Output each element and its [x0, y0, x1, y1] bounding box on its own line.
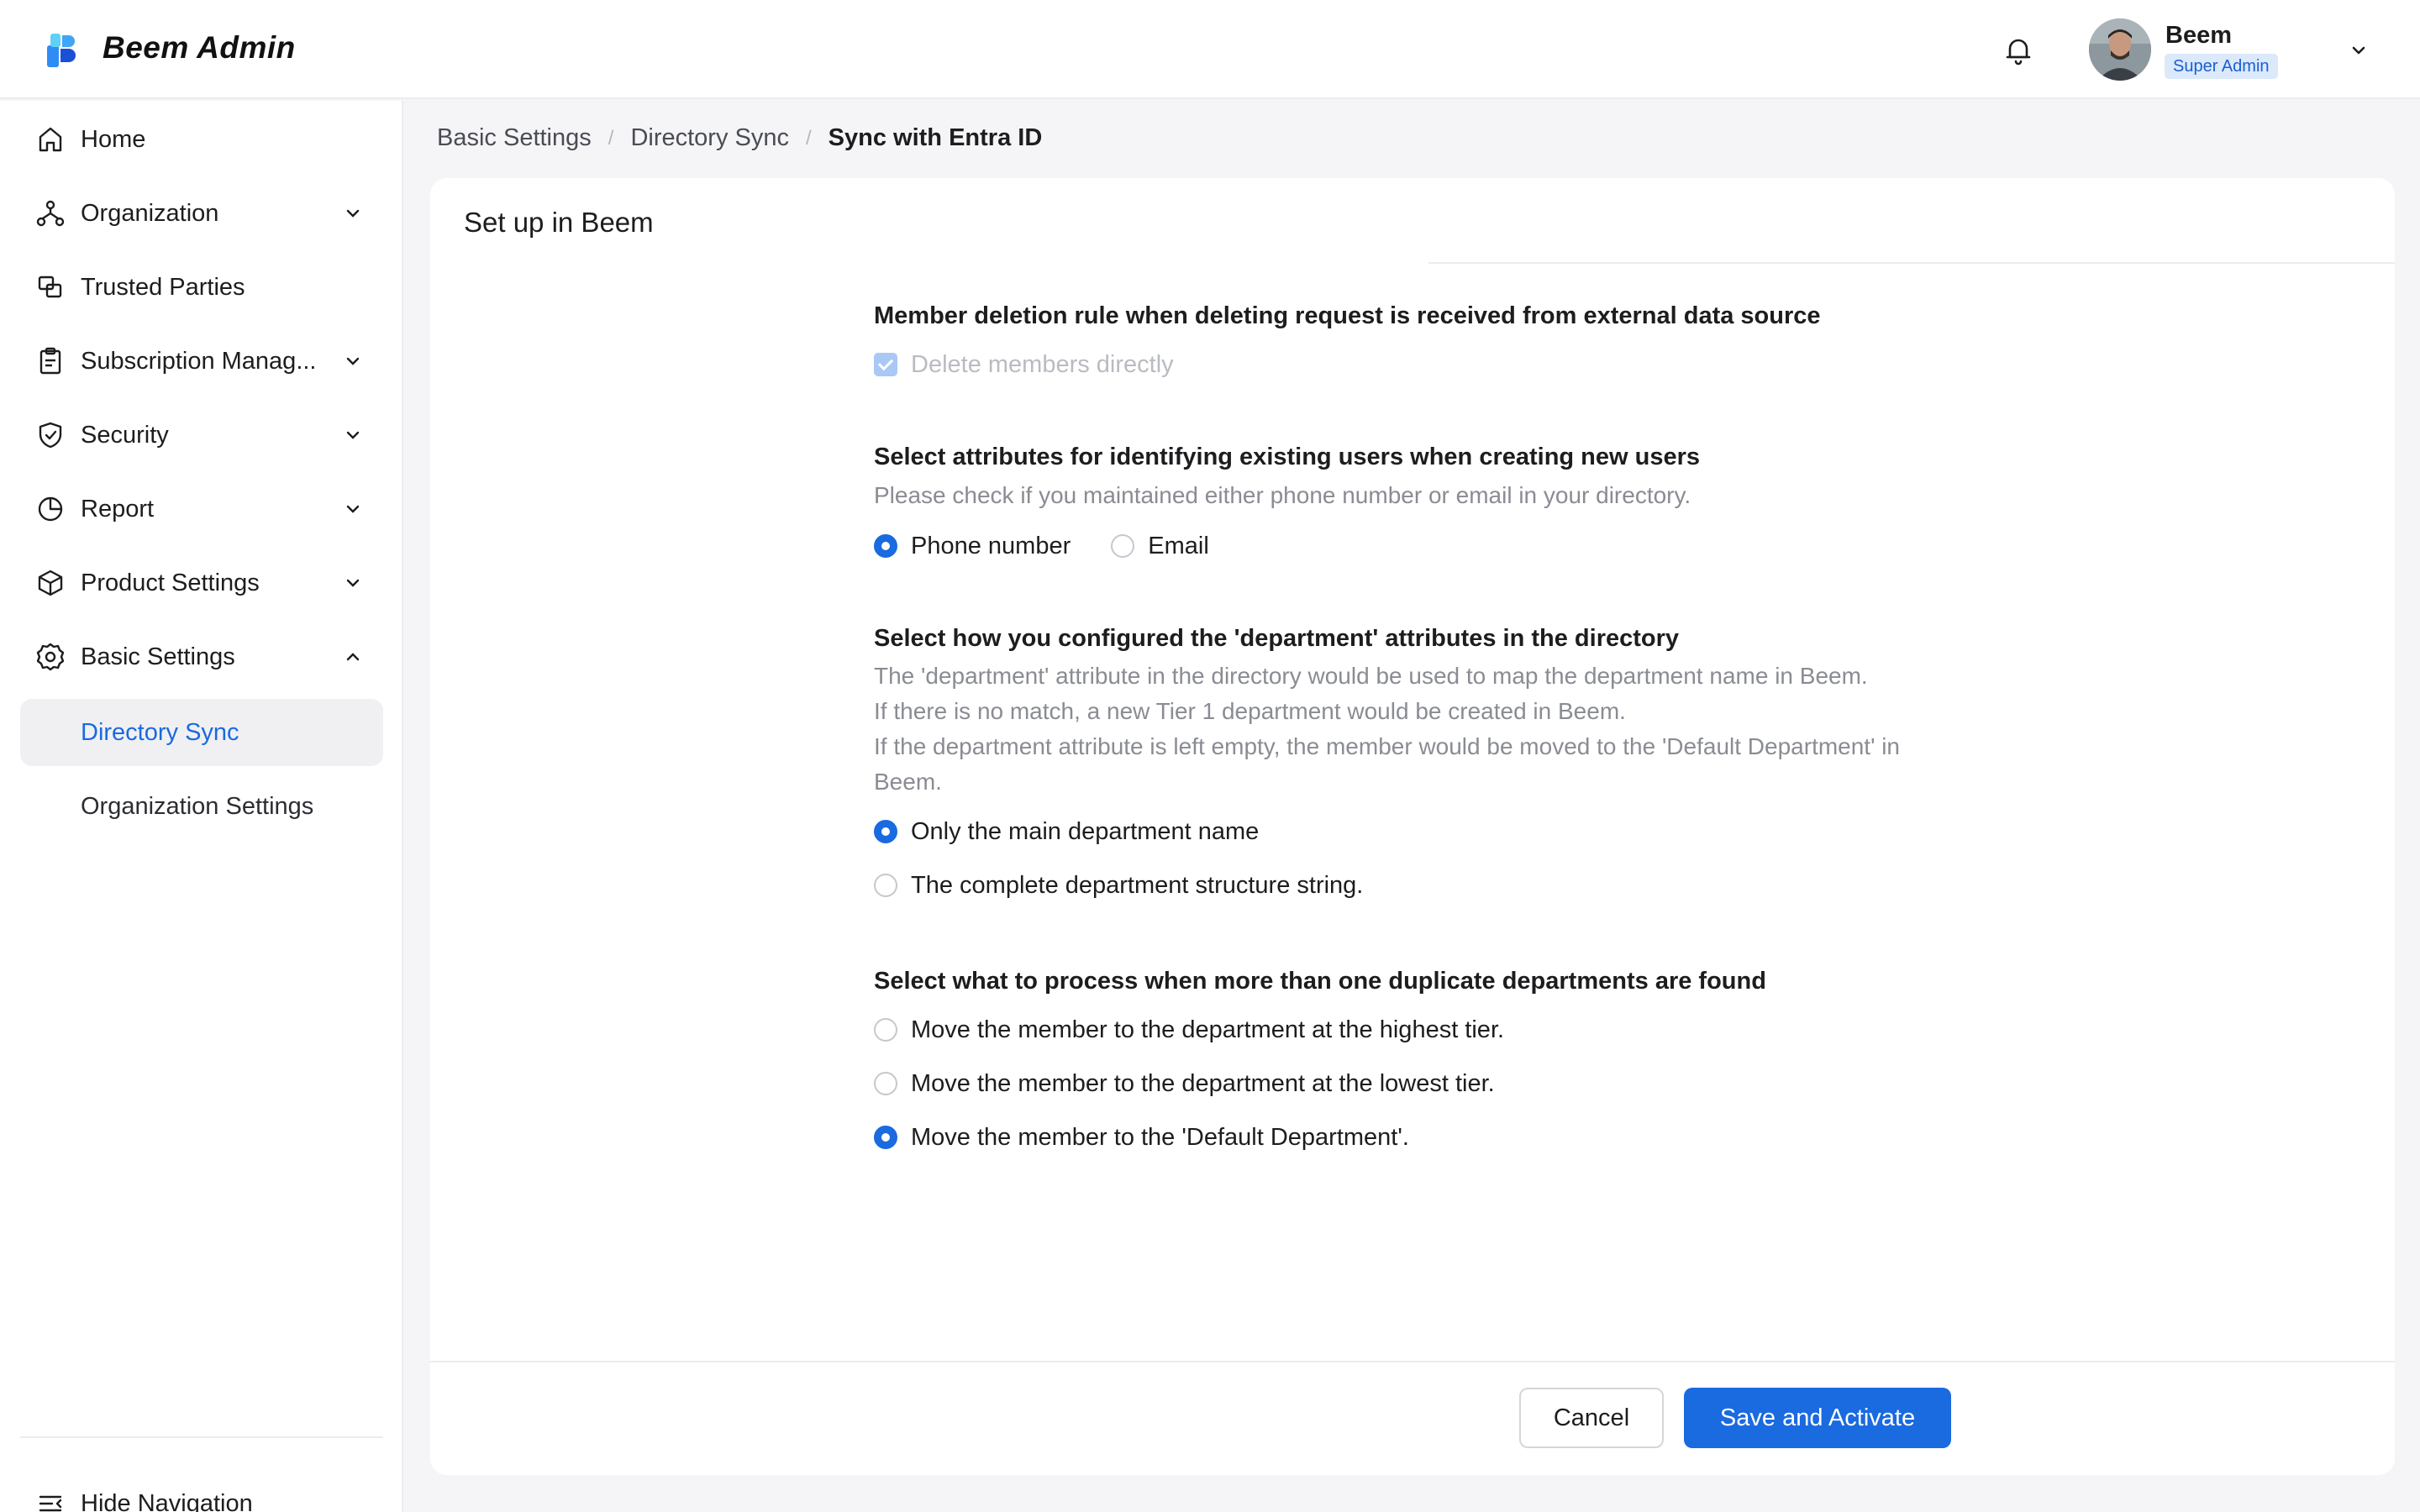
sidebar-item-basic-settings[interactable]: Basic Settings: [20, 623, 383, 690]
radio-default-department[interactable]: Move the member to the 'Default Departme…: [874, 1110, 2050, 1164]
option-label: Email: [1148, 532, 1209, 559]
sidebar-item-directory-sync[interactable]: Directory Sync: [20, 699, 383, 766]
chevron-down-icon: [346, 431, 360, 439]
option-label: Move the member to the department at the…: [911, 1016, 1505, 1043]
chevron-down-icon: [346, 505, 360, 513]
option-label: Delete members directly: [911, 350, 1174, 378]
option-label: Move the member to the 'Default Departme…: [911, 1123, 1409, 1151]
sidebar-divider: [20, 1436, 383, 1438]
sidebar-item-label: Basic Settings: [81, 643, 235, 670]
breadcrumb-item-basic-settings[interactable]: Basic Settings: [437, 124, 592, 152]
chevron-down-icon: [346, 579, 360, 587]
sidebar-item-organization[interactable]: Organization: [20, 180, 383, 247]
sidebar-item-subscription[interactable]: Subscription Manag...: [20, 328, 383, 395]
breadcrumb: Basic Settings / Directory Sync / Sync w…: [437, 124, 1042, 152]
breadcrumb-separator: /: [608, 126, 614, 150]
sidebar-item-security[interactable]: Security: [20, 402, 383, 469]
section-department-config: Select how you configured the 'departmen…: [874, 622, 2050, 912]
avatar-photo: [2089, 18, 2151, 81]
option-label: Phone number: [911, 532, 1071, 559]
section-title: Select how you configured the 'departmen…: [874, 625, 1680, 652]
sidebar-item-report[interactable]: Report: [20, 475, 383, 543]
radio-unchecked: [1111, 534, 1135, 558]
gear-icon: [36, 643, 65, 671]
sidebar-item-label: Organization: [81, 199, 219, 227]
user-role-badge: Super Admin: [2165, 54, 2278, 79]
home-icon: [39, 127, 62, 152]
sidebar-item-home[interactable]: Home: [20, 106, 383, 173]
chevron-down-icon: [346, 209, 360, 218]
sidebar-item-trusted-parties[interactable]: Trusted Parties: [20, 254, 383, 321]
radio-unchecked: [874, 1072, 897, 1095]
card-divider: [1428, 262, 2395, 264]
chevron-up-icon: [346, 653, 360, 661]
section-description: The 'department' attribute in the direct…: [874, 659, 1958, 800]
sidebar-item-product-settings[interactable]: Product Settings: [20, 549, 383, 617]
hide-navigation-label: Hide Navigation: [81, 1489, 253, 1512]
top-header: Beem Admin Beem Super Admin: [0, 0, 2420, 99]
section-duplicate-departments: Select what to process when more than on…: [874, 964, 2050, 1164]
radio-phone-number[interactable]: Phone number: [874, 519, 1071, 573]
section-identifying-attributes: Select attributes for identifying existi…: [874, 440, 2050, 573]
sidebar-subitem-label: Organization Settings: [81, 792, 314, 820]
breadcrumb-item-current: Sync with Entra ID: [828, 124, 1043, 151]
sidebar-subitem-label: Directory Sync: [81, 718, 239, 746]
chevron-down-icon[interactable]: [2348, 40, 2370, 60]
save-and-activate-button[interactable]: Save and Activate: [1684, 1388, 1951, 1448]
user-name: Beem: [2165, 22, 2232, 49]
description-line: If there is no match, a new Tier 1 depar…: [874, 698, 1626, 724]
app-title: Beem Admin: [103, 30, 296, 65]
clipboard-icon: [39, 347, 61, 375]
beem-logo-icon: [47, 34, 76, 67]
sidebar-item-label: Report: [81, 495, 155, 522]
description-line: The 'department' attribute in the direct…: [874, 663, 1868, 689]
radio-unchecked: [874, 1018, 897, 1042]
section-title: Member deletion rule when deleting reque…: [874, 302, 1821, 329]
bell-icon[interactable]: [2002, 34, 2035, 67]
cancel-button[interactable]: Cancel: [1519, 1388, 1664, 1448]
radio-checked: [874, 1126, 897, 1149]
radio-complete-structure[interactable]: The complete department structure string…: [874, 858, 2050, 912]
option-label: Only the main department name: [911, 817, 1260, 845]
option-label: The complete department structure string…: [911, 871, 1364, 899]
sidebar-item-label: Home: [81, 125, 146, 153]
breadcrumb-item-directory-sync[interactable]: Directory Sync: [630, 124, 789, 152]
pie-chart-icon: [38, 496, 63, 522]
checkbox-checked-disabled: [874, 353, 897, 376]
radio-email[interactable]: Email: [1111, 519, 1209, 573]
option-label: Move the member to the department at the…: [911, 1069, 1495, 1097]
sidebar-item-label: Trusted Parties: [81, 273, 245, 301]
chevron-down-icon: [346, 357, 360, 365]
card-title: Set up in Beem: [464, 207, 654, 238]
radio-main-department-name[interactable]: Only the main department name: [874, 805, 2050, 858]
radio-lowest-tier[interactable]: Move the member to the department at the…: [874, 1057, 2050, 1110]
collapse-menu-icon: [39, 1495, 62, 1512]
section-deletion-rule: Member deletion rule when deleting reque…: [874, 299, 2050, 391]
box-icon: [38, 570, 63, 596]
delete-members-checkbox[interactable]: Delete members directly: [874, 338, 2050, 391]
radio-checked: [874, 534, 897, 558]
description-line: If the department attribute is left empt…: [874, 733, 1901, 795]
avatar[interactable]: [2089, 18, 2151, 81]
attribute-radio-group: Phone number Email: [874, 519, 2050, 573]
sidebar-item-label: Product Settings: [81, 569, 260, 596]
sidebar-item-label: Security: [81, 421, 169, 449]
sidebar: Home Organization Trusted Parties Subscr…: [0, 101, 403, 1512]
shield-icon: [39, 422, 62, 449]
radio-unchecked: [874, 874, 897, 897]
organization-icon: [36, 200, 65, 227]
radio-highest-tier[interactable]: Move the member to the department at the…: [874, 1003, 2050, 1057]
hide-navigation-button[interactable]: Hide Navigation: [20, 1470, 383, 1512]
setup-card: Set up in Beem Member deletion rule when…: [430, 178, 2395, 1475]
section-title: Select attributes for identifying existi…: [874, 444, 1701, 470]
section-description: Please check if you maintained either ph…: [874, 482, 1691, 508]
radio-checked: [874, 820, 897, 843]
sidebar-item-label: Subscription Manag...: [81, 347, 317, 375]
footer-divider: [430, 1361, 2395, 1362]
section-title: Select what to process when more than on…: [874, 968, 1766, 995]
breadcrumb-separator: /: [805, 126, 812, 150]
trusted-parties-icon: [38, 276, 62, 298]
sidebar-item-organization-settings[interactable]: Organization Settings: [20, 773, 383, 840]
